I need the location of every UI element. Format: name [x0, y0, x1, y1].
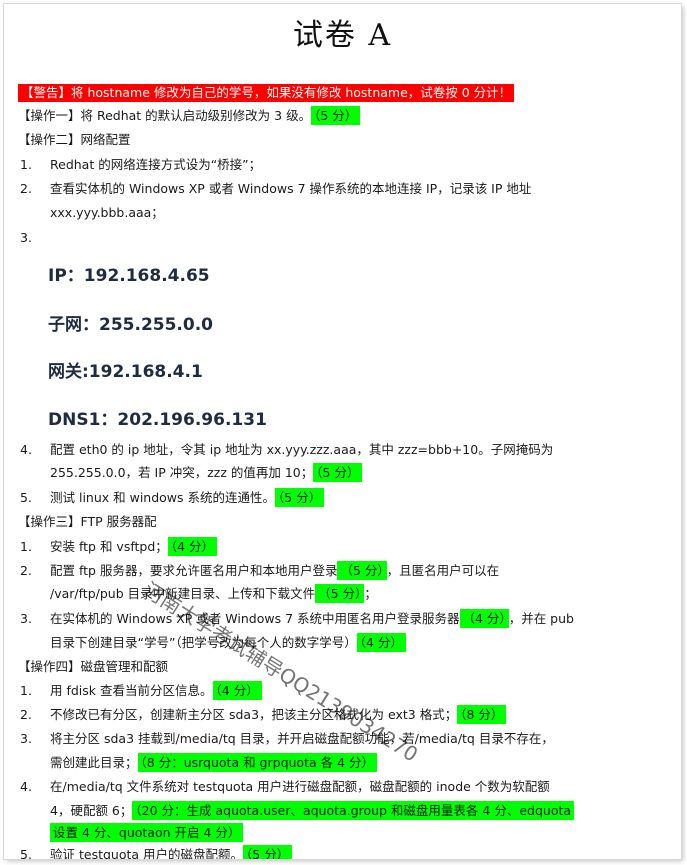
op4-item5-num: 5. — [20, 847, 32, 859]
op4-heading: 【操作四】磁盘管理和配额 — [18, 659, 169, 674]
op4-item4-score: （20 分：生成 aquota.user、aquota.group 和磁盘用量表… — [132, 801, 575, 820]
net-ip: IP：192.168.4.65 — [48, 266, 210, 286]
op2-item5-text: 测试 linux 和 windows 系统的连通性。 — [50, 490, 276, 505]
op1-line: 【操作一】将 Redhat 的默认启动级别修改为 3 级。 （5 分） — [18, 106, 361, 125]
op3-item1-line: 安装 ftp 和 vsftpd； （4 分） — [50, 537, 217, 556]
op3-item1-text: 安装 ftp 和 vsftpd； — [50, 539, 168, 554]
op4-item4-line2: 4，硬配额 6； （20 分：生成 aquota.user、aquota.grou… — [50, 801, 575, 820]
op4-item3-text2: 需创建此目录； — [50, 755, 138, 770]
op4-item1-line: 用 fdisk 查看当前分区信息。 （4 分） — [50, 681, 262, 700]
op1-text: 【操作一】将 Redhat 的默认启动级别修改为 3 级。 — [18, 108, 312, 123]
net-dns: DNS1：202.196.96.131 — [48, 410, 267, 430]
op4-item4-text: 在/media/tq 文件系统对 testquota 用户进行磁盘配额，磁盘配额… — [50, 779, 550, 794]
net-gateway: 网关:192.168.4.1 — [48, 362, 203, 382]
op4-item2-num: 2. — [20, 707, 32, 722]
op1-score: （5 分） — [311, 106, 361, 125]
op3-item1-score: （4 分） — [167, 537, 217, 556]
exam-page: 试卷 A 【警告】将 hostname 修改为自己的学号，如果没有修改 host… — [4, 4, 681, 859]
op2-item3-num: 3. — [20, 230, 32, 245]
op2-item4-text: 配置 eth0 的 ip 地址，令其 ip 地址为 xx.yyy.zzz.aaa… — [50, 442, 554, 457]
op2-item2-num: 2. — [20, 181, 32, 196]
op3-item2-text: 配置 ftp 服务器，要求允许匿名用户和本地用户登录 — [50, 563, 338, 578]
warning-banner: 【警告】将 hostname 修改为自己的学号，如果没有修改 hostname，… — [18, 84, 515, 102]
op2-item5-line: 测试 linux 和 windows 系统的连通性。 （5 分） — [50, 488, 325, 507]
op2-item2-text: 查看实体机的 Windows XP 或者 Windows 7 操作系统的本地连接… — [50, 181, 532, 196]
op4-item3-text: 将主分区 sda3 挂载到/media/tq 目录，并开启磁盘配额功能，若/me… — [50, 731, 554, 746]
op4-item5-score: （5 分） — [243, 845, 293, 859]
op3-item2-line2: /var/ftp/pub 目录中新建目录、上传和下载文件 （5 分）； — [50, 584, 377, 603]
op2-item2-text2: xxx.yyy.bbb.aaa； — [50, 205, 164, 220]
op4-item1-num: 1. — [20, 683, 32, 698]
op4-item4-text2: 4，硬配额 6； — [50, 803, 133, 818]
op4-item5-line: 验证 testquota 用户的磁盘配额。 （5 分） — [50, 845, 293, 859]
op4-item5-text: 验证 testquota 用户的磁盘配额。 — [50, 847, 244, 859]
op2-item4-text2: 255.255.0.0，若 IP 冲突，zzz 的值再加 10； — [50, 465, 314, 480]
op3-item3-num: 3. — [20, 611, 32, 626]
op4-item2-score: （8 分） — [457, 705, 507, 724]
op2-item4-num: 4. — [20, 442, 32, 457]
op3-item3-text-after: ，并在 pub — [508, 611, 574, 626]
op3-item2-score: （5 分） — [337, 561, 387, 580]
warning-line: 【警告】将 hostname 修改为自己的学号，如果没有修改 hostname，… — [18, 84, 515, 102]
op2-item1-num: 1. — [20, 157, 32, 172]
op4-item2-line: 不修改已有分区，创建新主分区 sda3，把该主分区格式化为 ext3 格式； （8… — [50, 705, 507, 724]
op4-item2-text: 不修改已有分区，创建新主分区 sda3，把该主分区格式化为 ext3 格式； — [50, 707, 458, 722]
op3-item2-line: 配置 ftp 服务器，要求允许匿名用户和本地用户登录 （5 分） ，且匿名用户可以在 — [50, 561, 500, 580]
op2-item4-score: （5 分） — [313, 463, 363, 482]
op3-item2-score2: （5 分） — [315, 584, 365, 603]
op3-item3-line: 在实体机的 Windows XP 或者 Windows 7 系统中用匿名用户登录… — [50, 609, 574, 628]
op3-item2-text-after: ，且匿名用户可以在 — [386, 563, 500, 578]
exam-title: 试卷 A — [292, 18, 393, 53]
op2-item5-score: （5 分） — [275, 488, 325, 507]
op3-item3-text: 在实体机的 Windows XP 或者 Windows 7 系统中用匿名用户登录… — [50, 611, 460, 626]
op3-heading: 【操作三】FTP 服务器配 — [18, 514, 157, 529]
op4-item4-score-line2: 设置 4 分、quotaon 开启 4 分） — [50, 823, 244, 842]
op4-item3-line2: 需创建此目录； （8 分：usrquota 和 grpquota 各 4 分） — [50, 753, 378, 772]
op2-item5-num: 5. — [20, 490, 32, 505]
op2-item1-text: Redhat 的网络连接方式设为“桥接”； — [50, 157, 262, 172]
op4-item3-score: （8 分：usrquota 和 grpquota 各 4 分） — [137, 753, 378, 772]
op3-item3-score: （4 分） — [459, 609, 509, 628]
op3-item1-num: 1. — [20, 539, 32, 554]
op4-item4-line3: 设置 4 分、quotaon 开启 4 分） — [50, 823, 244, 842]
op3-item2-tail2: ； — [364, 586, 377, 601]
op3-item3-score2: （4 分） — [356, 633, 406, 652]
op4-item3-num: 3. — [20, 731, 32, 746]
op4-item1-score: （4 分） — [212, 681, 262, 700]
op4-item4-num: 4. — [20, 779, 32, 794]
op2-heading: 【操作二】网络配置 — [18, 132, 131, 147]
op2-item4-line2: 255.255.0.0，若 IP 冲突，zzz 的值再加 10； （5 分） — [50, 463, 363, 482]
net-subnet: 子网：255.255.0.0 — [48, 315, 214, 335]
op3-item2-num: 2. — [20, 563, 32, 578]
op4-item1-text: 用 fdisk 查看当前分区信息。 — [50, 683, 213, 698]
